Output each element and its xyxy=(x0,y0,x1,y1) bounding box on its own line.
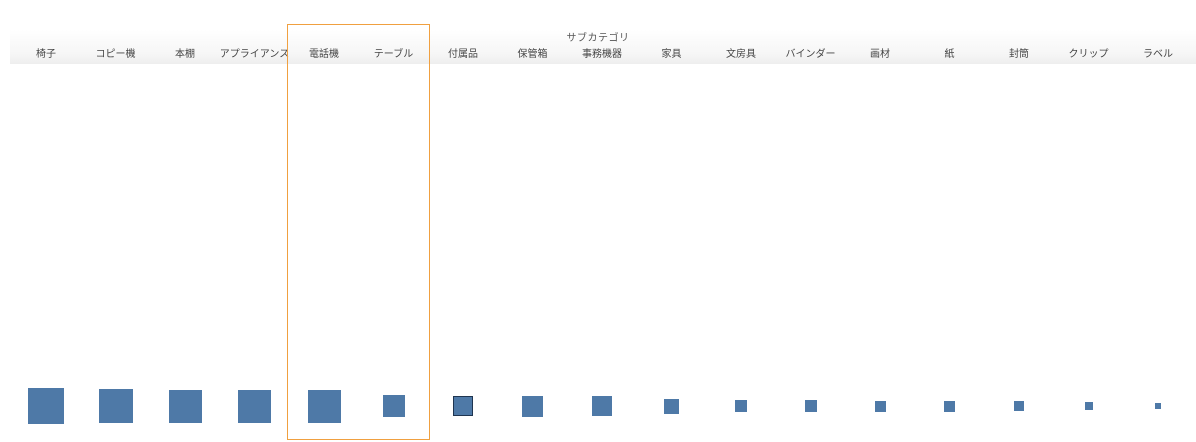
category-label[interactable]: 家具 xyxy=(637,45,707,60)
square-mark[interactable] xyxy=(664,398,679,414)
category-label[interactable]: 電話機 xyxy=(289,45,359,60)
square-mark[interactable] xyxy=(453,396,473,416)
category-label[interactable]: 保管箱 xyxy=(498,45,568,60)
chart: サブカテゴリ 椅子 コピー機 本棚 アプライアンス 電話機 テーブル 付属品 保管箱 事務機器家… xyxy=(0,0,1196,442)
square-mark[interactable] xyxy=(592,396,612,416)
square-mark[interactable] xyxy=(1084,402,1093,410)
category-label[interactable]: アプライアンス xyxy=(220,45,290,60)
category-label[interactable]: 封筒 xyxy=(984,45,1054,60)
square-mark[interactable] xyxy=(944,400,955,412)
category-label[interactable]: 椅子 xyxy=(11,45,81,60)
category-label[interactable]: ラベル xyxy=(1123,45,1193,60)
square-mark[interactable] xyxy=(382,395,405,417)
square-mark[interactable] xyxy=(1014,401,1024,411)
square-mark[interactable] xyxy=(874,400,886,412)
category-label[interactable]: 紙 xyxy=(915,45,985,60)
category-label[interactable]: 事務機器 xyxy=(567,45,637,60)
category-label[interactable]: 文房具 xyxy=(706,45,776,60)
square-mark[interactable] xyxy=(735,400,747,412)
square-mark[interactable] xyxy=(1155,403,1161,409)
category-label[interactable]: バインダー xyxy=(776,45,846,60)
category-label[interactable]: テーブル xyxy=(359,45,429,60)
square-mark[interactable] xyxy=(238,389,271,423)
square-mark[interactable] xyxy=(307,389,341,423)
square-mark[interactable] xyxy=(522,395,543,417)
category-label[interactable]: 付属品 xyxy=(428,45,498,60)
category-label[interactable]: コピー機 xyxy=(81,45,151,60)
axis-title: サブカテゴリ xyxy=(566,33,630,44)
category-label[interactable]: 画材 xyxy=(845,45,915,60)
category-label[interactable]: 本棚 xyxy=(150,45,220,60)
square-mark[interactable] xyxy=(804,400,817,412)
highlight-selection-box xyxy=(287,24,430,440)
square-mark[interactable] xyxy=(168,389,202,423)
square-mark[interactable] xyxy=(28,388,64,424)
category-label[interactable]: クリップ xyxy=(1054,45,1124,60)
square-mark[interactable] xyxy=(98,389,133,423)
